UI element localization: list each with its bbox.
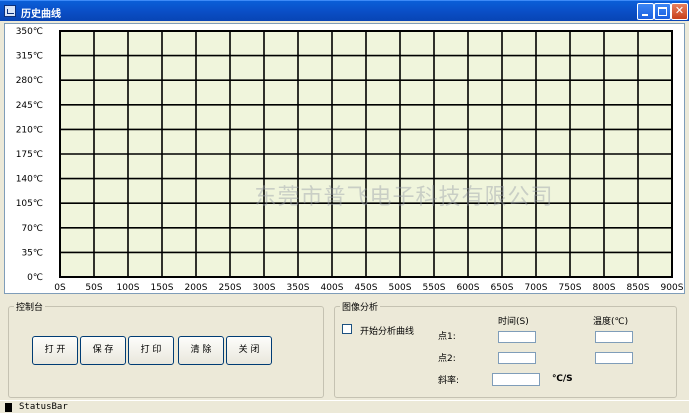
y-tick-label: 245℃ <box>16 101 43 111</box>
save-button[interactable]: 保 存 <box>80 336 126 365</box>
watermark-text: 东莞市普飞电子科技有限公司 <box>254 185 553 210</box>
x-tick-label: 200S <box>185 283 208 293</box>
analysis-panel-title: 图像分析 <box>340 300 381 313</box>
y-tick-label: 70℃ <box>21 224 43 234</box>
x-tick-label: 500S <box>389 283 412 293</box>
x-tick-label: 300S <box>253 283 276 293</box>
x-tick-label: 650S <box>491 283 514 293</box>
minimize-button[interactable] <box>637 3 654 20</box>
x-tick-label: 350S <box>287 283 310 293</box>
history-chart: 0S 50S 100S 150S 200S 250S 300S 350S 400S 450S 500… <box>16 27 684 293</box>
x-tick-label: 600S <box>457 283 480 293</box>
slope-label: 斜率: <box>438 376 460 386</box>
x-tick-label: 800S <box>593 283 616 293</box>
analysis-panel-group: 图像分析 开始分析曲线 时间(S) 温度(℃) 点1: 点2: 斜率: ℃/S <box>334 300 677 398</box>
close-button[interactable]: 关 闭 <box>226 336 272 365</box>
y-tick-label: 210℃ <box>16 125 43 135</box>
y-tick-label: 35℃ <box>21 248 43 258</box>
history-chart-panel: 0S 50S 100S 150S 200S 250S 300S 350S 400S 450S 500… <box>4 23 685 294</box>
x-tick-label: 900S <box>661 283 684 293</box>
y-tick-label: 140℃ <box>16 175 43 185</box>
title-bar: 历史曲线 ✕ <box>0 0 689 21</box>
y-tick-label: 315℃ <box>16 52 43 62</box>
point1-temp-field[interactable] <box>595 331 633 343</box>
print-button[interactable]: 打 印 <box>128 336 174 365</box>
temp-column-header: 温度(℃) <box>593 317 629 327</box>
close-window-button[interactable]: ✕ <box>671 3 688 20</box>
control-panel-group: 控制台 打 开 保 存 打 印 清 除 关 闭 <box>8 300 324 398</box>
slope-unit-label: ℃/S <box>552 374 573 384</box>
x-tick-label: 700S <box>525 283 548 293</box>
point2-label: 点2: <box>438 354 456 364</box>
maximize-icon <box>658 7 667 16</box>
minimize-icon <box>642 14 648 16</box>
x-tick-label: 150S <box>151 283 174 293</box>
x-tick-label: 850S <box>627 283 650 293</box>
x-tick-label: 750S <box>559 283 582 293</box>
x-tick-label: 50S <box>85 283 102 293</box>
x-tick-label: 0S <box>54 283 66 293</box>
window-title: 历史曲线 <box>21 9 61 20</box>
status-icon <box>5 403 12 412</box>
y-tick-label: 350℃ <box>16 27 43 37</box>
slope-field[interactable] <box>492 373 540 386</box>
control-panel-title: 控制台 <box>14 300 46 313</box>
x-tick-label: 250S <box>219 283 242 293</box>
x-tick-label: 400S <box>321 283 344 293</box>
point1-label: 点1: <box>438 332 456 342</box>
point1-time-field[interactable] <box>498 331 536 343</box>
y-tick-label: 175℃ <box>16 150 43 160</box>
open-button[interactable]: 打 开 <box>32 336 78 365</box>
y-tick-label: 280℃ <box>16 76 43 86</box>
x-tick-label: 550S <box>423 283 446 293</box>
point2-temp-field[interactable] <box>595 352 633 364</box>
y-tick-label: 105℃ <box>16 199 43 209</box>
maximize-button[interactable] <box>654 3 671 20</box>
analyze-curve-label: 开始分析曲线 <box>360 327 415 337</box>
close-icon: ✕ <box>674 4 685 17</box>
time-column-header: 时间(S) <box>498 317 529 327</box>
status-bar: StatusBar <box>0 400 689 413</box>
x-tick-label: 450S <box>355 283 378 293</box>
status-text: StatusBar <box>19 402 68 412</box>
app-icon <box>4 5 16 17</box>
point2-time-field[interactable] <box>498 352 536 364</box>
analyze-curve-checkbox[interactable] <box>342 324 352 334</box>
clear-button[interactable]: 清 除 <box>178 336 224 365</box>
x-tick-label: 100S <box>117 283 140 293</box>
y-tick-label: 0℃ <box>27 273 43 283</box>
